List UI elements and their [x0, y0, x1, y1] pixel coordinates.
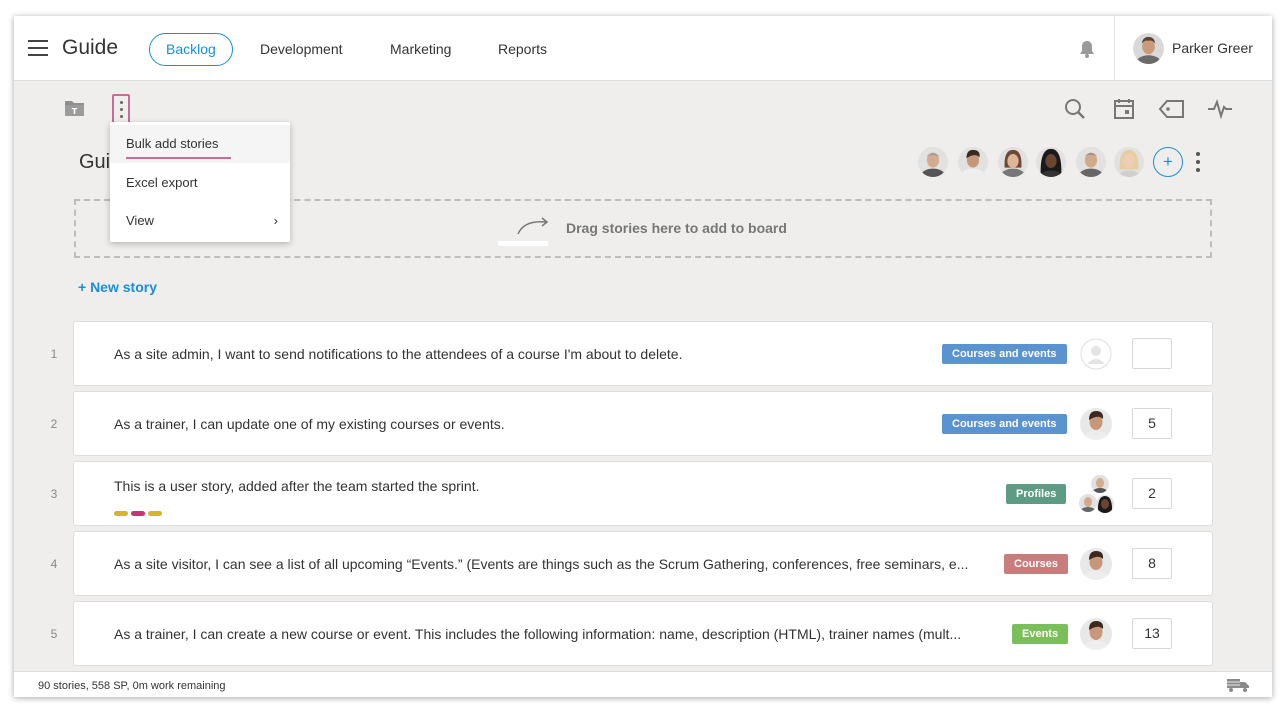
unassigned-avatar-icon[interactable] — [1080, 338, 1112, 370]
top-bar: Guide Backlog Development Marketing Repo… — [14, 16, 1272, 81]
story-title[interactable]: As a trainer, I can update one of my exi… — [114, 416, 505, 432]
menu-item-view[interactable]: View › — [110, 202, 290, 240]
story-tag[interactable]: Profiles — [1006, 484, 1067, 504]
app-window: Guide Backlog Development Marketing Repo… — [14, 16, 1272, 697]
board-options-menu: Bulk add stories Excel export View › — [110, 122, 290, 242]
tab-marketing[interactable]: Marketing — [373, 33, 468, 66]
svg-text:T: T — [72, 107, 78, 116]
task-indicators — [114, 503, 165, 521]
add-team-member-button[interactable]: + — [1153, 147, 1183, 177]
story-tag[interactable]: Courses and events — [942, 344, 1067, 364]
multiple-assignees-avatar[interactable] — [1078, 474, 1114, 516]
bell-icon[interactable] — [1078, 40, 1096, 58]
team-member-avatar[interactable] — [1114, 147, 1144, 177]
task-dot — [148, 511, 162, 516]
task-dot — [131, 511, 145, 516]
app-title: Guide — [62, 36, 119, 59]
story-row[interactable]: This is a user story, added after the te… — [73, 461, 1213, 526]
assignee-avatar[interactable] — [1080, 618, 1112, 650]
chevron-right-icon: › — [273, 213, 278, 228]
story-row[interactable]: As a site admin, I want to send notifica… — [73, 321, 1213, 386]
assignee-avatar[interactable] — [1080, 408, 1112, 440]
search-icon[interactable] — [1064, 98, 1086, 120]
story-tag[interactable]: Courses and events — [942, 414, 1067, 434]
user-avatar[interactable] — [1133, 33, 1164, 64]
board-options-button[interactable] — [112, 94, 130, 124]
story-title[interactable]: As a trainer, I can create a new course … — [114, 626, 961, 642]
curved-arrow-icon — [517, 217, 549, 235]
tab-development[interactable]: Development — [243, 33, 360, 66]
dropzone-marker — [498, 241, 548, 246]
tag-icon[interactable] — [1159, 100, 1185, 118]
truck-icon[interactable] — [1226, 677, 1250, 693]
user-name[interactable]: Parker Greer — [1172, 40, 1253, 56]
team-member-avatar[interactable] — [958, 147, 988, 177]
dropzone-text: Drag stories here to add to board — [566, 220, 787, 236]
hamburger-menu-icon[interactable] — [28, 40, 48, 56]
team-member-avatar[interactable] — [918, 147, 948, 177]
story-tag[interactable]: Courses — [1004, 554, 1069, 574]
story-points[interactable]: 13 — [1132, 618, 1172, 649]
top-divider — [1114, 16, 1115, 81]
story-number: 3 — [50, 487, 58, 501]
folder-icon[interactable]: T — [64, 99, 85, 117]
menu-item-label: View — [126, 213, 154, 228]
calendar-icon[interactable] — [1114, 98, 1134, 119]
activity-icon[interactable] — [1207, 99, 1233, 119]
story-number: 2 — [50, 417, 58, 431]
menu-item-label: Bulk add stories — [126, 136, 219, 151]
menu-item-label: Excel export — [126, 175, 198, 190]
menu-highlight-underline — [126, 157, 231, 159]
task-dot — [114, 511, 128, 516]
story-row[interactable]: As a trainer, I can update one of my exi… — [73, 391, 1213, 456]
story-number: 4 — [50, 557, 58, 571]
story-tag[interactable]: Events — [1012, 624, 1069, 644]
team-member-avatar[interactable] — [998, 147, 1028, 177]
status-summary: 90 stories, 558 SP, 0m work remaining — [38, 680, 226, 692]
team-member-avatar[interactable] — [1036, 147, 1066, 177]
assignee-avatar[interactable] — [1080, 548, 1112, 580]
team-member-avatar[interactable] — [1076, 147, 1106, 177]
story-title[interactable]: As a site admin, I want to send notifica… — [114, 346, 682, 362]
menu-item-bulk-add-stories[interactable]: Bulk add stories — [110, 125, 290, 163]
story-number: 1 — [50, 347, 58, 361]
menu-item-excel-export[interactable]: Excel export — [110, 164, 290, 202]
story-points[interactable]: 5 — [1132, 408, 1172, 439]
story-points[interactable]: 2 — [1132, 478, 1172, 509]
story-number: 5 — [50, 627, 58, 641]
story-row[interactable]: As a site visitor, I can see a list of a… — [73, 531, 1213, 596]
tab-backlog[interactable]: Backlog — [149, 33, 233, 66]
status-bar: 90 stories, 558 SP, 0m work remaining — [14, 671, 1272, 697]
story-points[interactable]: 8 — [1132, 548, 1172, 579]
board-title: Gui — [79, 151, 111, 173]
story-row[interactable]: As a trainer, I can create a new course … — [73, 601, 1213, 666]
story-title[interactable]: As a site visitor, I can see a list of a… — [114, 556, 968, 572]
team-options-icon[interactable] — [1194, 150, 1202, 174]
new-story-button[interactable]: + New story — [78, 279, 157, 295]
tab-reports[interactable]: Reports — [481, 33, 564, 66]
story-points[interactable] — [1132, 338, 1172, 369]
story-title[interactable]: This is a user story, added after the te… — [114, 478, 479, 494]
